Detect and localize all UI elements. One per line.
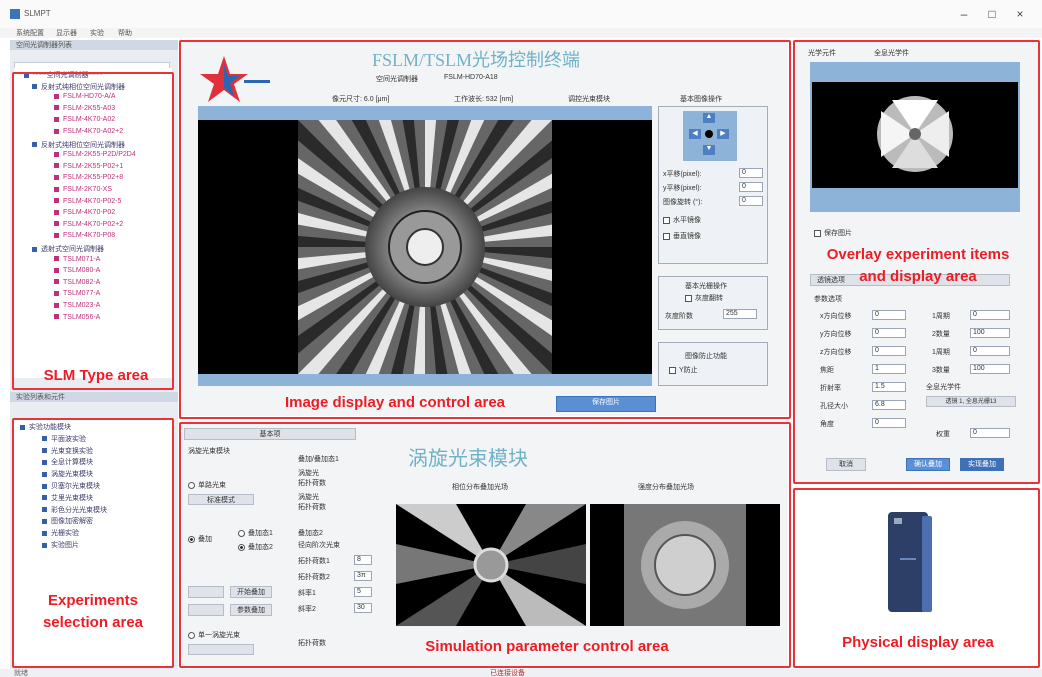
image-area-label: Image display and control area [284,394,506,411]
experiments-pane-title: 实验列表和元件 [16,394,65,401]
simulation-area-label: Simulation parameter control area [425,638,669,655]
image-area-box [179,40,791,419]
slm-pane-header: 空间光调制器列表 [10,40,178,50]
maximize-button[interactable]: □ [982,6,1002,22]
physical-area-label: Physical display area [842,634,994,651]
window-title: SLMPT [24,9,51,18]
close-button[interactable]: × [1010,6,1030,22]
status-center: 已连接设备 [490,670,525,677]
simulation-area-box [179,422,791,668]
menu-bar: 系统配置 显示器 实验 帮助 [0,28,1042,38]
status-left: 就绪 [14,670,28,677]
app-icon [10,9,20,19]
experiments-area-label: Experiments selection area [42,592,144,631]
menu-item-display[interactable]: 显示器 [56,28,77,38]
menu-item-experiment[interactable]: 实验 [90,28,104,38]
slm-pane-title: 空间光调制器列表 [16,42,72,49]
overlay-area-label: Overlay experiment items and display are… [826,246,1010,285]
slm-area-box [12,72,174,390]
status-bar: 就绪 已连接设备 [0,669,1042,677]
title-bar: SLMPT – □ × [0,0,1042,28]
minimize-button[interactable]: – [954,6,974,22]
menu-item-config[interactable]: 系统配置 [16,28,44,38]
menu-item-help[interactable]: 帮助 [118,28,132,38]
slm-area-label: SLM Type area [43,367,149,384]
experiments-pane-header: 实验列表和元件 [10,392,178,402]
